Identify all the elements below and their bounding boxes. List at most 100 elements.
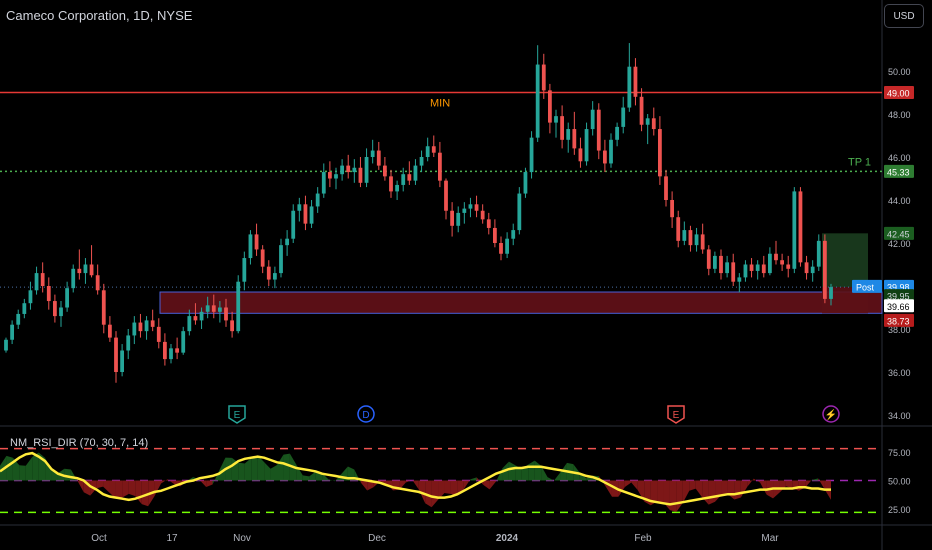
candle <box>749 264 754 271</box>
candle <box>645 118 650 125</box>
candle <box>798 191 803 263</box>
candle <box>529 137 534 173</box>
candle <box>621 107 626 127</box>
candle <box>822 240 827 299</box>
event-marker: ⚡ <box>822 405 840 423</box>
candle <box>46 286 51 302</box>
candle <box>395 184 400 192</box>
target-price-label: 42.45 <box>887 229 910 239</box>
candle <box>786 264 791 269</box>
candle <box>627 66 632 108</box>
rsi-area <box>199 480 207 488</box>
price-tick-label: 36.00 <box>888 368 911 378</box>
candle <box>187 316 192 332</box>
candle <box>584 129 589 162</box>
candle <box>462 208 467 213</box>
rsi-area <box>135 480 142 505</box>
price-tick-label: 46.00 <box>888 153 911 163</box>
rsi-area <box>154 480 162 496</box>
candle <box>419 157 424 166</box>
candle <box>138 322 143 332</box>
time-label: 2024 <box>496 533 519 544</box>
rsi-area <box>676 480 683 512</box>
candle <box>260 249 265 267</box>
current-price-label: 39.66 <box>887 302 910 312</box>
candle <box>523 172 528 194</box>
candle <box>602 150 607 164</box>
candle <box>321 172 326 194</box>
rsi-area <box>96 480 104 489</box>
candle <box>297 204 302 211</box>
candle <box>712 255 717 269</box>
candle <box>309 206 314 224</box>
candle <box>480 210 485 220</box>
candle <box>676 217 681 241</box>
candle <box>285 238 290 246</box>
candle <box>829 287 833 299</box>
candle <box>499 243 503 254</box>
candle <box>291 210 296 239</box>
rsi-area <box>663 480 670 511</box>
candle <box>126 335 131 351</box>
candle <box>437 152 442 181</box>
event-letter: D <box>362 410 369 421</box>
candle <box>52 301 57 317</box>
rsi-area <box>25 457 33 481</box>
chart[interactable]: MIN TP 1 E D E ⚡ 50.00 48.00 46.00 44.00 42.00 38.… <box>0 0 932 550</box>
candle <box>376 150 381 166</box>
candle <box>65 288 70 308</box>
candle <box>95 275 100 291</box>
indicator-title[interactable]: NM_RSI_DIR (70, 30, 7, 14) <box>10 437 148 449</box>
time-label: Feb <box>634 533 652 544</box>
candle <box>535 64 540 138</box>
candle <box>4 339 8 351</box>
candle <box>541 64 546 91</box>
candle <box>315 193 320 207</box>
candle <box>114 337 118 372</box>
time-label: Oct <box>91 533 107 544</box>
candle <box>10 324 15 340</box>
currency-button[interactable]: USD <box>884 4 924 28</box>
candle <box>560 116 565 140</box>
candle <box>169 348 173 360</box>
rsi-area <box>528 460 535 481</box>
candle <box>554 116 558 123</box>
candle <box>511 230 516 239</box>
rsi-area <box>657 480 664 503</box>
price-pane[interactable]: MIN TP 1 E D E ⚡ <box>0 43 883 424</box>
candle <box>682 230 687 241</box>
candle <box>596 109 601 151</box>
rsi-area <box>483 480 490 490</box>
candle <box>242 258 247 282</box>
rsi-area <box>689 480 696 491</box>
candle <box>816 240 821 267</box>
rsi-area <box>431 480 439 508</box>
candle <box>346 165 351 173</box>
candle <box>40 273 45 286</box>
candle <box>609 139 613 164</box>
support-zone <box>159 291 883 314</box>
candle <box>230 320 235 332</box>
candle <box>358 167 363 183</box>
candle <box>199 311 204 321</box>
rsi-area <box>264 462 271 481</box>
candle <box>352 167 357 173</box>
tp1-price-label: 45.33 <box>887 167 910 177</box>
rsi-area <box>238 462 245 481</box>
price-tick-label: 44.00 <box>888 196 911 206</box>
candle <box>370 150 375 157</box>
candle <box>688 230 693 246</box>
price-tick-label: 42.00 <box>888 239 911 249</box>
rsi-area <box>618 480 625 497</box>
rsi-pane[interactable] <box>0 447 882 514</box>
candle <box>664 176 668 200</box>
target-box <box>822 233 868 288</box>
candle <box>468 204 473 209</box>
candle <box>382 165 387 177</box>
candle <box>389 176 393 192</box>
candle <box>83 264 88 274</box>
price-tick-label: 34.00 <box>888 411 911 421</box>
time-label: Mar <box>761 533 779 544</box>
candle <box>101 290 106 325</box>
rsi-area <box>6 455 13 481</box>
